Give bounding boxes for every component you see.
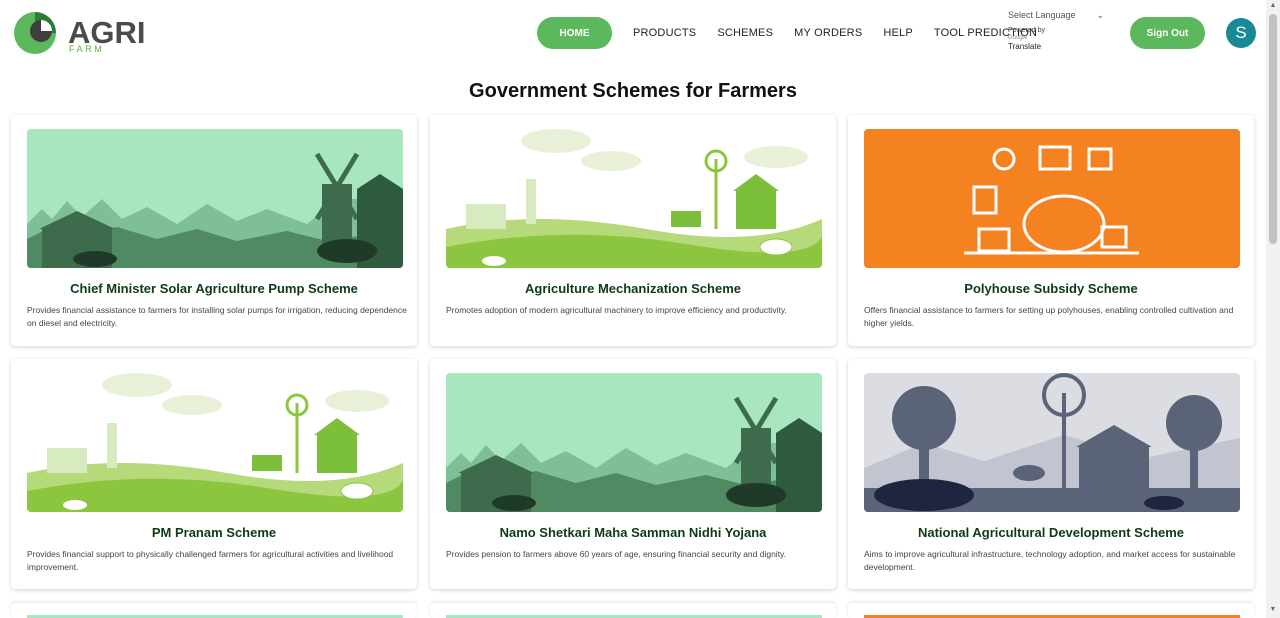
nav-home-button[interactable]: HOME bbox=[537, 17, 612, 49]
chevron-down-icon: ⌄ bbox=[1096, 10, 1104, 20]
scheme-title[interactable]: Agriculture Mechanization Scheme bbox=[440, 281, 826, 296]
page-scrollbar[interactable]: ▲ ▼ bbox=[1266, 0, 1280, 618]
brand-subtitle: FARM bbox=[69, 44, 105, 54]
scheme-image bbox=[27, 373, 403, 512]
scheme-description: Promotes adoption of modern agricultural… bbox=[446, 305, 787, 315]
scheme-card-partial[interactable] bbox=[430, 603, 836, 618]
translate-link[interactable]: Translate bbox=[1008, 42, 1108, 51]
scheme-title[interactable]: Polyhouse Subsidy Scheme bbox=[858, 281, 1244, 296]
scheme-description: Provides financial support to physically… bbox=[27, 549, 394, 572]
nav-my-orders[interactable]: MY ORDERS bbox=[794, 27, 862, 39]
scheme-card[interactable]: Agriculture Mechanization Scheme Promote… bbox=[430, 115, 836, 346]
user-avatar[interactable]: S bbox=[1226, 18, 1256, 48]
logo-icon bbox=[14, 12, 56, 54]
scheme-image bbox=[446, 129, 822, 268]
scheme-card-partial[interactable] bbox=[11, 603, 417, 618]
main-nav: HOME PRODUCTS SCHEMES MY ORDERS HELP TOO… bbox=[537, 17, 1037, 49]
language-select-label: Select Language bbox=[1008, 10, 1076, 20]
nav-schemes[interactable]: SCHEMES bbox=[717, 27, 773, 39]
scheme-title[interactable]: National Agricultural Development Scheme bbox=[858, 525, 1244, 540]
scheme-title[interactable]: Chief Minister Solar Agriculture Pump Sc… bbox=[21, 281, 407, 296]
powered-by-label: Powered by bbox=[1008, 27, 1045, 34]
scroll-thumb[interactable] bbox=[1269, 14, 1277, 244]
top-header: AGRI FARM HOME PRODUCTS SCHEMES MY ORDER… bbox=[0, 0, 1266, 66]
scheme-card[interactable]: Namo Shetkari Maha Samman Nidhi Yojana P… bbox=[430, 359, 836, 589]
brand-logo[interactable]: AGRI FARM bbox=[14, 11, 154, 57]
scheme-card-partial[interactable] bbox=[848, 603, 1254, 618]
sign-out-button[interactable]: Sign Out bbox=[1130, 17, 1205, 49]
scroll-down-icon[interactable]: ▼ bbox=[1269, 606, 1277, 614]
scheme-image bbox=[864, 373, 1240, 512]
scheme-description: Aims to improve agricultural infrastruct… bbox=[864, 549, 1236, 572]
page-title: Government Schemes for Farmers bbox=[469, 80, 797, 102]
scheme-card[interactable]: Polyhouse Subsidy Scheme Offers financia… bbox=[848, 115, 1254, 346]
scheme-description: Provides pension to farmers above 60 yea… bbox=[446, 549, 787, 559]
google-label: Google bbox=[1008, 35, 1028, 41]
scheme-card[interactable]: Chief Minister Solar Agriculture Pump Sc… bbox=[11, 115, 417, 346]
scheme-title[interactable]: Namo Shetkari Maha Samman Nidhi Yojana bbox=[440, 525, 826, 540]
scheme-card[interactable]: PM Pranam Scheme Provides financial supp… bbox=[11, 359, 417, 589]
scheme-image bbox=[864, 129, 1240, 268]
scheme-description: Offers financial assistance to farmers f… bbox=[864, 305, 1234, 328]
nav-help[interactable]: HELP bbox=[883, 27, 913, 39]
scroll-up-icon[interactable]: ▲ bbox=[1269, 2, 1277, 10]
scheme-card[interactable]: National Agricultural Development Scheme… bbox=[848, 359, 1254, 589]
scheme-image bbox=[27, 129, 403, 268]
scheme-title[interactable]: PM Pranam Scheme bbox=[21, 525, 407, 540]
nav-products[interactable]: PRODUCTS bbox=[633, 27, 696, 39]
scheme-image bbox=[446, 373, 822, 512]
language-select[interactable]: Select Language ⌄ bbox=[1008, 10, 1104, 21]
scheme-description: Provides financial assistance to farmers… bbox=[27, 305, 407, 328]
language-selector: Select Language ⌄ Powered by Google Tran… bbox=[1008, 10, 1108, 51]
